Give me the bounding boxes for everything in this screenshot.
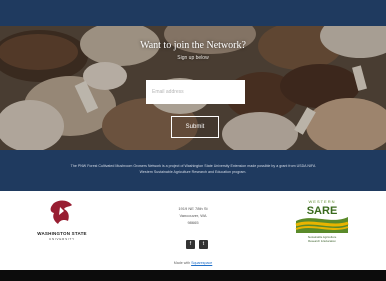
email-field[interactable]	[146, 80, 245, 104]
made-with-credit: Made with Squarespace	[150, 261, 236, 265]
wsu-wordmark: WASHINGTON STATE	[37, 231, 87, 236]
footer-address: 1919 NE 78th St Vancouver, WA 98665	[156, 205, 230, 226]
top-navy-band	[0, 0, 386, 26]
social-links: f t	[184, 240, 210, 250]
sare-caption-line: Research & Education	[308, 239, 336, 243]
sare-top-text: WESTERN	[309, 199, 336, 204]
wsu-sub-wordmark: UNIVERSITY	[48, 237, 75, 241]
hero-content: Want to join the Network? Sign up below …	[0, 26, 386, 150]
made-with-prefix: Made with	[173, 261, 191, 265]
signup-subheading: Sign up below	[177, 55, 209, 61]
submit-button[interactable]: Submit	[171, 116, 219, 138]
address-line: Vancouver, WA	[179, 213, 207, 218]
project-info-band: The PNW Forest Cultivated Mushroom Growe…	[0, 150, 386, 191]
newsletter-hero: Want to join the Network? Sign up below …	[0, 26, 386, 150]
twitter-icon[interactable]: t	[199, 240, 208, 249]
address-line: 98665	[187, 220, 199, 225]
bottom-black-bar	[0, 270, 386, 281]
project-description: The PNW Forest Cultivated Mushroom Growe…	[70, 164, 316, 174]
address-line: 1919 NE 78th St	[178, 206, 208, 211]
facebook-icon[interactable]: f	[186, 240, 195, 249]
page-frame: Want to join the Network? Sign up below …	[0, 0, 386, 281]
sare-caption: Sustainable Agriculture Research & Educa…	[292, 235, 352, 243]
site-footer: WASHINGTON STATE UNIVERSITY 1919 NE 78th…	[0, 191, 386, 270]
sare-name-text: SARE	[307, 205, 338, 217]
signup-heading: Want to join the Network?	[140, 40, 246, 51]
squarespace-link[interactable]: Squarespace	[191, 261, 212, 265]
